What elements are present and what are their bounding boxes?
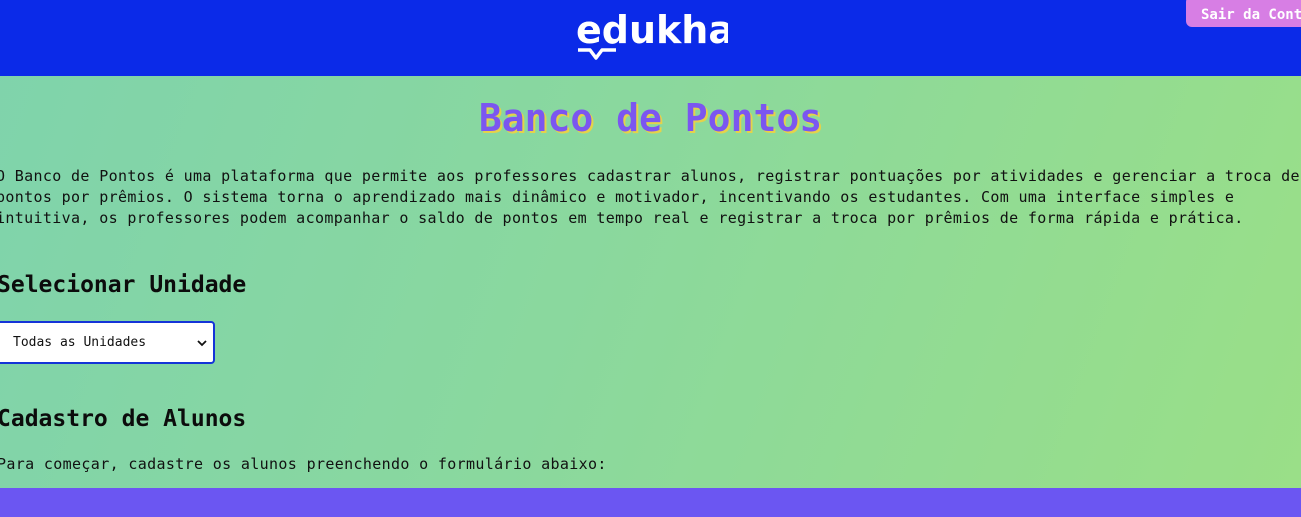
top-header: edukhan Sair da Conta — [0, 0, 1301, 76]
unit-select-value: Todas as Unidades — [13, 335, 147, 350]
edukhan-logo[interactable]: edukhan — [576, 6, 728, 62]
logo-wordmark: edukhan — [576, 8, 728, 52]
logout-button[interactable]: Sair da Conta — [1186, 0, 1301, 27]
form-panel-top — [0, 488, 1301, 517]
unit-select[interactable]: Todas as Unidades — [0, 321, 215, 364]
unit-section-heading: Selecionar Unidade — [0, 272, 247, 298]
logo-graphic: edukhan — [576, 8, 728, 60]
students-section-heading: Cadastro de Alunos — [0, 406, 247, 432]
chevron-down-icon — [197, 340, 207, 347]
intro-paragraph: O Banco de Pontos é uma plataforma que p… — [0, 167, 1300, 227]
page-title: Banco de Pontos — [478, 96, 823, 140]
students-section-description: Para começar, cadastre os alunos preench… — [0, 455, 607, 473]
